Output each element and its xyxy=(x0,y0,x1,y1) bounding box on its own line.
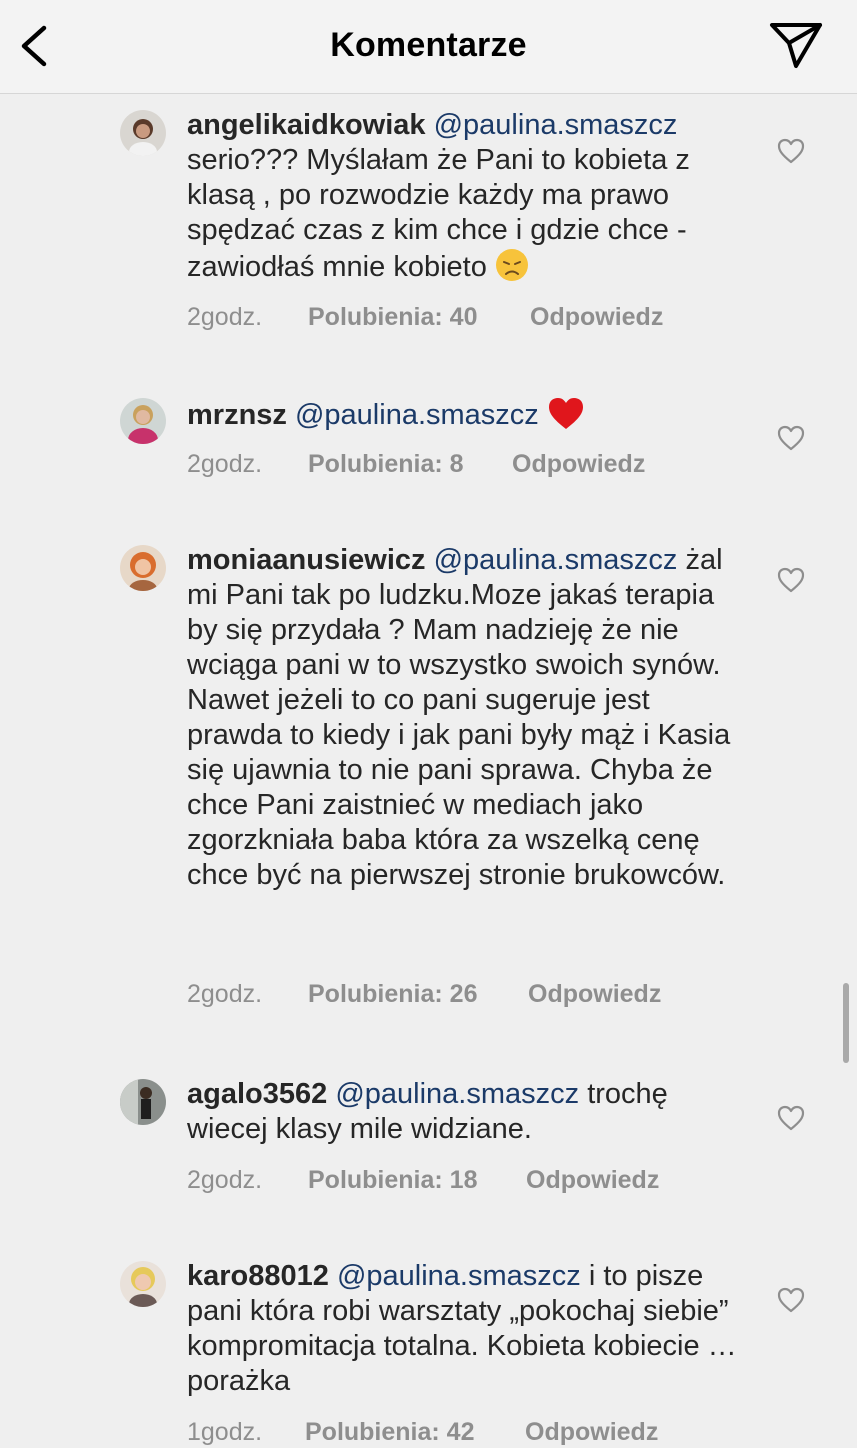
comment-username[interactable]: karo88012 xyxy=(187,1260,329,1292)
like-button[interactable] xyxy=(776,424,806,452)
reply-button[interactable]: Odpowiedz xyxy=(526,1166,659,1195)
comment-text: angelikaidkowiak @paulina.smaszcz serio?… xyxy=(187,108,747,291)
comment-username[interactable]: mrznsz xyxy=(187,399,287,431)
comment-time: 1godz. xyxy=(187,1418,263,1446)
disappointed-face-icon xyxy=(495,248,529,291)
comment-time: 2godz. xyxy=(187,980,263,1008)
avatar[interactable] xyxy=(120,1079,166,1125)
comment-mention[interactable]: @paulina.smaszcz xyxy=(337,1260,581,1292)
comment-time: 2godz. xyxy=(187,303,263,331)
avatar[interactable] xyxy=(120,1261,166,1307)
top-bar: Komentarze xyxy=(0,0,857,94)
paper-plane-icon xyxy=(770,23,822,68)
like-button[interactable] xyxy=(776,1104,806,1132)
share-button[interactable] xyxy=(768,20,824,70)
heart-icon xyxy=(777,138,805,164)
comment-mention[interactable]: @paulina.smaszcz xyxy=(434,544,678,576)
reply-button[interactable]: Odpowiedz xyxy=(512,450,645,479)
avatar[interactable] xyxy=(120,545,166,591)
likes-count[interactable]: Polubienia: 8 xyxy=(308,450,464,479)
comment-body: serio??? Myślałam że Pani to kobieta z k… xyxy=(187,144,690,283)
heart-icon xyxy=(777,567,805,593)
comment-text: karo88012 @paulina.smaszcz i to pisze pa… xyxy=(187,1259,747,1399)
comment-time: 2godz. xyxy=(187,450,263,478)
comment-username[interactable]: agalo3562 xyxy=(187,1078,327,1110)
comment-text: mrznsz @paulina.smaszcz xyxy=(187,396,747,439)
comment-mention[interactable]: @paulina.smaszcz xyxy=(295,399,539,431)
heart-icon xyxy=(777,1105,805,1131)
heart-icon xyxy=(777,1287,805,1313)
heart-icon xyxy=(777,425,805,451)
page-title: Komentarze xyxy=(330,26,527,64)
comment-text: agalo3562 @paulina.smaszcz trochę wiecej… xyxy=(187,1077,747,1147)
comment-body xyxy=(539,399,547,431)
like-button[interactable] xyxy=(776,1286,806,1314)
red-heart-icon xyxy=(547,396,585,439)
comment-mention[interactable]: @paulina.smaszcz xyxy=(434,109,678,141)
reply-button[interactable]: Odpowiedz xyxy=(528,980,661,1009)
avatar[interactable] xyxy=(120,110,166,156)
scrollbar[interactable] xyxy=(843,983,849,1063)
likes-count[interactable]: Polubienia: 26 xyxy=(308,980,477,1009)
reply-button[interactable]: Odpowiedz xyxy=(525,1418,658,1447)
comment-text: moniaanusiewicz @paulina.smaszcz żal mi … xyxy=(187,543,747,893)
likes-count[interactable]: Polubienia: 40 xyxy=(308,303,477,332)
like-button[interactable] xyxy=(776,137,806,165)
comment-username[interactable]: moniaanusiewicz xyxy=(187,544,426,576)
comment-mention[interactable]: @paulina.smaszcz xyxy=(335,1078,579,1110)
avatar[interactable] xyxy=(120,398,166,444)
like-button[interactable] xyxy=(776,566,806,594)
comment-body: żal mi Pani tak po ludzku.Moze jakaś ter… xyxy=(187,544,731,891)
comment-time: 2godz. xyxy=(187,1166,263,1194)
likes-count[interactable]: Polubienia: 42 xyxy=(305,1418,474,1447)
reply-button[interactable]: Odpowiedz xyxy=(530,303,663,332)
likes-count[interactable]: Polubienia: 18 xyxy=(308,1166,477,1195)
comment-username[interactable]: angelikaidkowiak xyxy=(187,109,426,141)
